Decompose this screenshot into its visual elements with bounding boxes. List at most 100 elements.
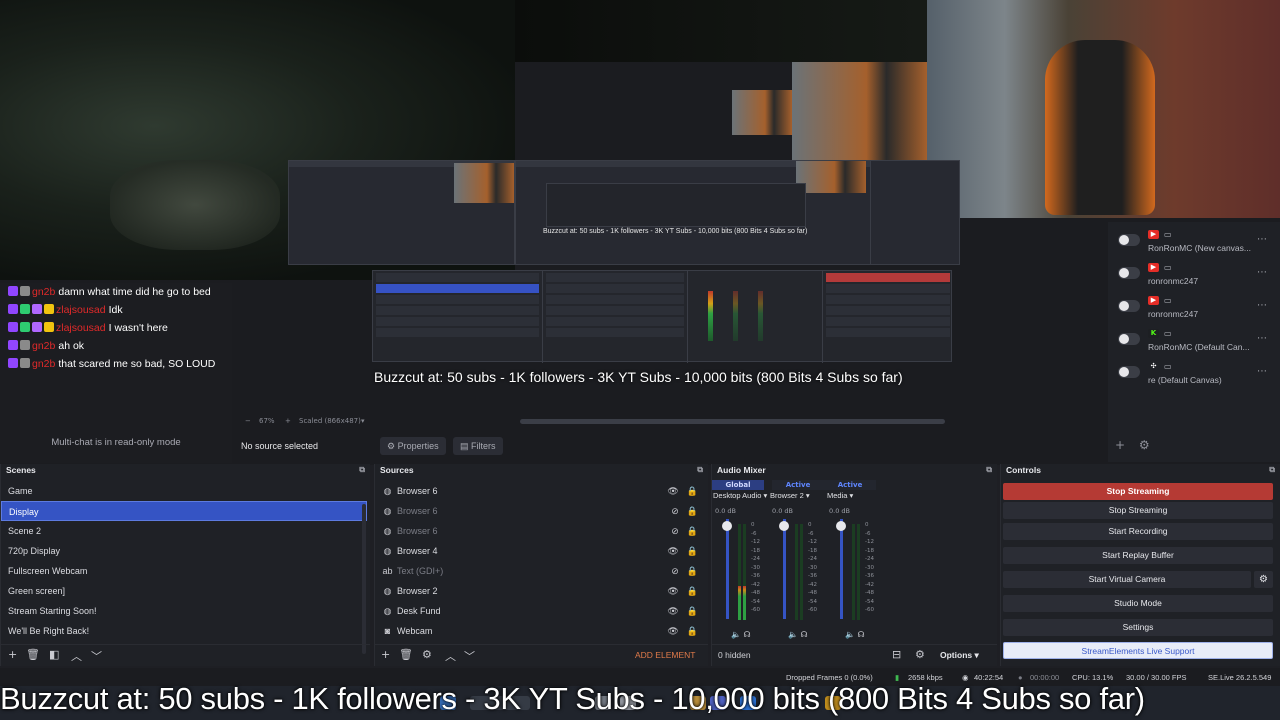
more-icon[interactable]: ⋯ [1257, 333, 1268, 344]
volume-slider-knob[interactable] [779, 521, 789, 531]
zoom-in-icon[interactable]: + [285, 417, 291, 425]
canvas-toggle[interactable] [1118, 234, 1140, 246]
add-element-button[interactable]: ADD ELEMENT [635, 650, 695, 660]
stop-streaming-button[interactable]: Stop Streaming [1003, 483, 1273, 500]
canvas-toggle[interactable] [1118, 366, 1140, 378]
scene-filter-icon[interactable]: ◧ [49, 648, 59, 661]
headphone-icon[interactable]: ☊ [855, 630, 865, 639]
mixer-options-button[interactable]: Options ▾ [940, 650, 979, 661]
start-recording-button[interactable]: Start Recording [1003, 523, 1273, 540]
scene-item[interactable]: Fullscreen Webcam [1, 561, 370, 581]
eye-icon[interactable]: 👁 [667, 486, 678, 496]
scene-item[interactable]: Green screen] [1, 581, 370, 601]
volume-slider[interactable] [840, 519, 843, 619]
eye-hidden-icon[interactable]: ⊘ [671, 526, 679, 536]
source-item[interactable]: ◍ Browser 6 ⊘ 🔒 [375, 521, 708, 541]
channel-name[interactable]: Browser 2 ▾ [770, 491, 828, 500]
source-item[interactable]: ◍ Browser 6 ⊘ 🔒 [375, 501, 708, 521]
eye-hidden-icon[interactable]: ⊘ [671, 506, 679, 516]
more-icon[interactable]: ⋯ [1257, 267, 1268, 278]
add-canvas-icon[interactable]: + [1115, 438, 1125, 452]
virtual-camera-settings-icon[interactable]: ⚙ [1254, 571, 1273, 588]
chevron-down-icon[interactable]: ﹀ [91, 648, 102, 664]
canvas-item[interactable]: ▶ ▭ ronronmc247 ⋯ [1108, 292, 1280, 322]
start-replay-buffer-button[interactable]: Start Replay Buffer [1003, 547, 1273, 564]
more-icon[interactable]: ⋯ [1257, 234, 1268, 245]
canvas-item[interactable]: ▶ ▭ ronronmc247 ⋯ [1108, 259, 1280, 289]
speaker-icon[interactable]: 🔈 [845, 630, 855, 639]
mixer-settings-icon[interactable]: ⚙ [915, 648, 925, 661]
properties-button[interactable]: ⚙ Properties [380, 437, 446, 455]
canvas-toggle[interactable] [1118, 267, 1140, 279]
popout-icon[interactable]: ⧉ [359, 465, 365, 475]
scene-item[interactable]: Game [1, 481, 370, 501]
chevron-down-icon[interactable]: ﹀ [464, 648, 475, 664]
eye-icon[interactable]: 👁 [667, 546, 678, 556]
eye-icon[interactable]: 👁 [667, 606, 678, 616]
lock-icon[interactable]: 🔒 [687, 546, 698, 556]
speaker-icon[interactable]: 🔈 [788, 630, 798, 639]
lock-icon[interactable]: 🔒 [687, 626, 698, 636]
scene-item[interactable]: Display [1, 501, 367, 521]
source-item[interactable]: ◍ Browser 4 👁 🔒 [375, 541, 708, 561]
eye-hidden-icon[interactable]: ⊘ [671, 566, 679, 576]
chevron-down-icon[interactable]: ▾ [361, 417, 365, 425]
popout-icon[interactable]: ⧉ [697, 465, 703, 475]
gear-icon[interactable]: ⚙ [1139, 438, 1150, 452]
add-source-icon[interactable]: + [381, 648, 390, 661]
source-item[interactable]: ◙ Webcam 👁 🔒 [375, 621, 708, 641]
mixer-layout-icon[interactable]: ⊟ [892, 648, 901, 661]
gear-icon[interactable]: ⚙ [422, 648, 432, 661]
streamelements-support-button[interactable]: StreamElements Live Support [1003, 642, 1273, 659]
source-item[interactable]: ab Text (GDI+) ⊘ 🔒 [375, 561, 708, 581]
lock-icon[interactable]: 🔒 [687, 506, 698, 516]
tab-active[interactable]: Active [772, 480, 824, 490]
popout-icon[interactable]: ⧉ [1269, 465, 1275, 475]
lock-icon[interactable]: 🔒 [687, 606, 698, 616]
lock-icon[interactable]: 🔒 [687, 586, 698, 596]
add-scene-icon[interactable]: + [8, 648, 17, 661]
volume-slider-knob[interactable] [836, 521, 846, 531]
preview-horizontal-scrollbar[interactable] [520, 419, 945, 424]
scene-item[interactable]: We'll Be Right Back! [1, 621, 370, 641]
lock-icon[interactable]: 🔒 [687, 526, 698, 536]
start-virtual-camera-button[interactable]: Start Virtual Camera [1003, 571, 1251, 588]
scene-item[interactable]: Stream Starting Soon! [1, 601, 370, 621]
volume-slider[interactable] [783, 519, 786, 619]
settings-button[interactable]: Settings [1003, 619, 1273, 636]
tab-global[interactable]: Global [712, 480, 764, 490]
volume-slider[interactable] [726, 519, 729, 619]
studio-mode-button[interactable]: Studio Mode [1003, 595, 1273, 612]
stream-preview[interactable]: Buzzcut at: 50 subs - 1K followers - 3K … [0, 0, 1280, 465]
zoom-out-icon[interactable]: − [245, 417, 251, 425]
source-item[interactable]: ◍ Browser 2 👁 🔒 [375, 581, 708, 601]
trash-icon[interactable]: 🗑 [26, 648, 40, 661]
speaker-icon[interactable]: 🔈 [731, 630, 741, 639]
filters-button[interactable]: ▤ Filters [453, 437, 503, 455]
popout-icon[interactable]: ⧉ [986, 465, 992, 475]
eye-icon[interactable]: 👁 [667, 586, 678, 596]
canvas-item[interactable]: ▶ ▭ RonRonMC (New canvas... ⋯ [1108, 226, 1280, 256]
lock-icon[interactable]: 🔒 [687, 566, 698, 576]
source-item[interactable]: ◍ Desk Fund 👁 🔒 [375, 601, 708, 621]
channel-name[interactable]: Media ▾ [827, 491, 885, 500]
canvas-item[interactable]: K ▭ RonRonMC (Default Can... ⋯ [1108, 325, 1280, 355]
scenes-scrollbar[interactable] [362, 504, 366, 654]
headphone-icon[interactable]: ☊ [798, 630, 808, 639]
canvas-item[interactable]: ✣ ▭ re (Default Canvas) ⋯ [1108, 358, 1280, 388]
canvas-toggle[interactable] [1118, 333, 1140, 345]
trash-icon[interactable]: 🗑 [399, 648, 413, 661]
tab-active[interactable]: Active [824, 480, 876, 490]
canvas-toggle[interactable] [1118, 300, 1140, 312]
chevron-up-icon[interactable]: ︿ [71, 648, 82, 664]
more-icon[interactable]: ⋯ [1257, 300, 1268, 311]
chevron-up-icon[interactable]: ︿ [445, 648, 456, 664]
stop-streaming-button[interactable]: Stop Streaming [1003, 502, 1273, 519]
headphone-icon[interactable]: ☊ [741, 630, 751, 639]
volume-slider-knob[interactable] [722, 521, 732, 531]
scene-item[interactable]: Scene 2 [1, 521, 370, 541]
channel-name[interactable]: Desktop Audio ▾ [713, 491, 771, 500]
lock-icon[interactable]: 🔒 [687, 486, 698, 496]
scene-item[interactable]: 720p Display [1, 541, 370, 561]
source-item[interactable]: ◍ Browser 6 👁 🔒 [375, 481, 708, 501]
